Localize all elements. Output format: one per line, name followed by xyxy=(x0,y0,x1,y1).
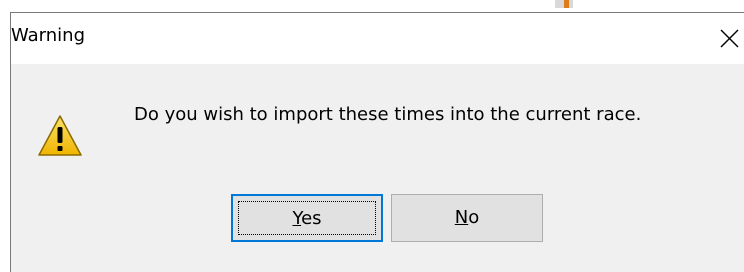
no-label-rest: o xyxy=(468,207,480,228)
no-mnemonic: N xyxy=(454,207,469,228)
warning-dialog: Warning Do you wish to import these time… xyxy=(10,12,744,272)
yes-label-rest: es xyxy=(301,208,322,229)
yes-button-label: Yes xyxy=(233,208,381,229)
dialog-titlebar[interactable]: Warning xyxy=(11,13,744,64)
no-button[interactable]: No xyxy=(391,194,543,242)
dialog-title: Warning xyxy=(11,25,86,46)
close-icon xyxy=(720,29,739,48)
close-button[interactable] xyxy=(711,21,744,53)
yes-mnemonic: Y xyxy=(292,208,302,229)
no-button-label: No xyxy=(392,207,542,228)
yes-button[interactable]: Yes xyxy=(231,194,383,242)
dialog-message: Do you wish to import these times into t… xyxy=(134,104,642,125)
dialog-body: Do you wish to import these times into t… xyxy=(11,64,744,272)
warning-icon-wrap xyxy=(37,114,83,158)
screen: Warning Do you wish to import these time… xyxy=(0,0,744,272)
background-accent xyxy=(564,0,569,8)
background-window-sliver xyxy=(555,0,573,8)
warning-icon xyxy=(38,115,82,156)
